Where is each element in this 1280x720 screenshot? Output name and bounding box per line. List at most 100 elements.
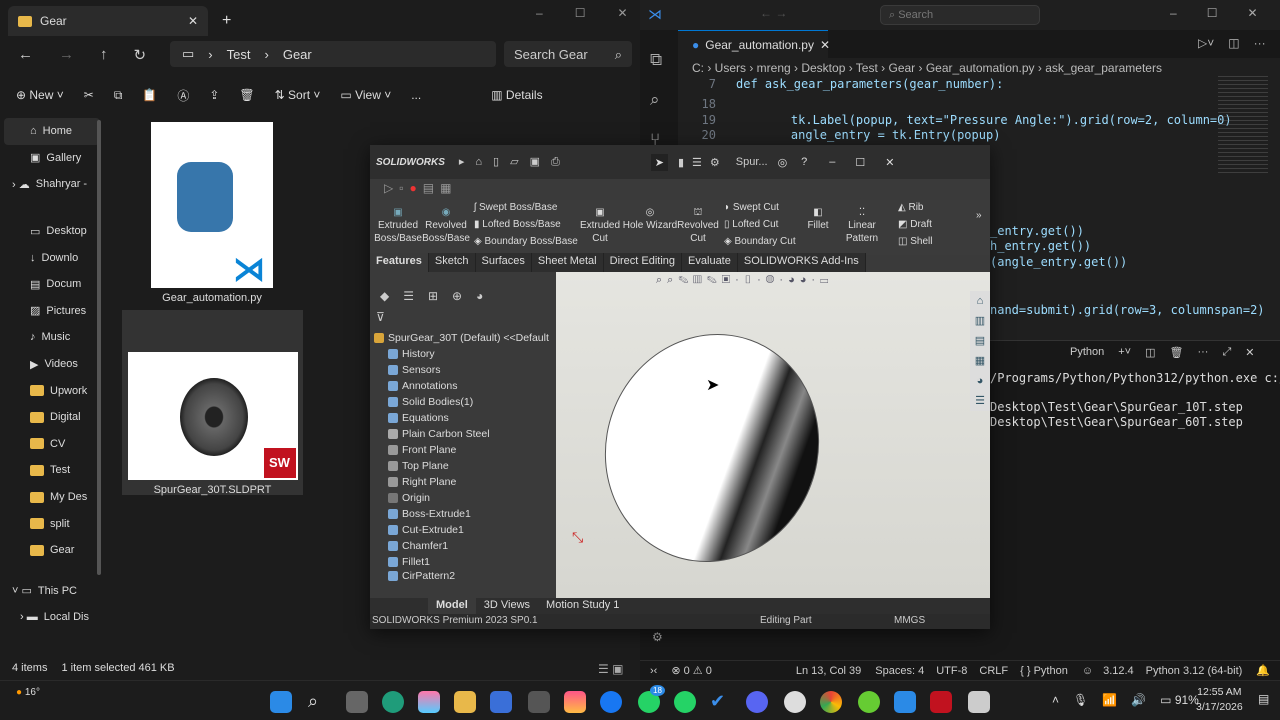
help-icon[interactable]: ? xyxy=(801,156,807,168)
sidebar-item-cv[interactable]: CV xyxy=(0,431,104,458)
file-spurgear-sldprt[interactable]: SW SpurGear_30T.SLDPRT xyxy=(122,310,303,496)
forward-button[interactable]: → xyxy=(59,46,74,64)
tree-item[interactable]: Plain Carbon Steel xyxy=(388,428,490,440)
file-explorer-taskbar-icon[interactable] xyxy=(454,691,476,713)
new-tab-button[interactable]: + xyxy=(222,12,231,30)
sidebar-item-local-disk[interactable]: › ▬ Local Dis xyxy=(0,604,104,631)
sidebar-item-desktop[interactable]: ▭ Desktop xyxy=(0,218,104,245)
chrome-icon[interactable] xyxy=(820,691,842,713)
tree-item[interactable]: Right Plane xyxy=(388,476,456,488)
details-button[interactable]: ▥ Details xyxy=(491,88,542,102)
units-selector[interactable]: MMGS xyxy=(894,615,925,626)
close-button[interactable]: ✕ xyxy=(1247,6,1257,20)
view-button[interactable]: ▭ View ˅ xyxy=(340,88,391,102)
task-view-icon[interactable] xyxy=(346,691,368,713)
sidebar-item-pictures[interactable]: ▨ Pictures xyxy=(0,298,104,325)
sidebar-item-music[interactable]: ♪ Music xyxy=(0,324,104,351)
whatsapp-business-icon[interactable]: 18 xyxy=(638,685,665,713)
run-button[interactable]: ▷˅ xyxy=(1198,36,1214,50)
more-actions-icon[interactable]: ··· xyxy=(1254,36,1266,50)
problems-indicator[interactable]: ⊗ 0 ⚠ 0 xyxy=(671,664,712,677)
lofted-cut-button[interactable]: ▯ Lofted Cut xyxy=(724,219,778,230)
macro-toolbar[interactable]: ▷▫●▤▦ xyxy=(384,181,457,195)
tree-item[interactable]: Annotations xyxy=(388,380,457,392)
tab-motion-study[interactable]: Motion Study 1 xyxy=(538,598,627,614)
tree-item[interactable]: Chamfer1 xyxy=(388,540,448,552)
sidebar-item-this-pc[interactable]: ˅ ▭ This PC xyxy=(0,578,104,605)
split-terminal-icon[interactable]: ◫ xyxy=(1145,346,1155,359)
heads-up-view-toolbar[interactable]: ⌕⌕✎▥✎▣·▯·◍·◕◕·▭ xyxy=(656,274,833,287)
up-button[interactable]: ↑ xyxy=(100,46,108,64)
view-toggle[interactable]: ☰ ▣ xyxy=(598,662,623,676)
tab-direct-editing[interactable]: Direct Editing xyxy=(603,253,683,272)
rib-button[interactable]: ◭ Rib xyxy=(898,202,923,213)
sidebar-item-gear[interactable]: Gear xyxy=(0,537,104,564)
boundary-boss-button[interactable]: ◈ Boundary Boss/Base xyxy=(474,236,578,247)
close-tab-icon[interactable]: ✕ xyxy=(188,14,198,28)
new-terminal-icon[interactable]: +˅ xyxy=(1118,346,1131,359)
tree-item[interactable]: Origin xyxy=(388,492,430,504)
tree-item[interactable]: Equations xyxy=(388,412,449,424)
search-taskbar-icon[interactable]: ⌕ xyxy=(308,691,330,713)
tab-gear-automation[interactable]: ● Gear_automation.py ✕ xyxy=(678,30,830,58)
sidebar-item-digital[interactable]: Digital xyxy=(0,404,104,431)
notification-bell-icon[interactable]: 🔔 xyxy=(1256,664,1270,677)
swept-cut-button[interactable]: ◗ Swept Cut xyxy=(724,202,779,213)
clock[interactable]: 12:55 AM 3/17/2026 xyxy=(1196,685,1243,715)
tab-sheet-metal[interactable]: Sheet Metal xyxy=(531,253,604,272)
tab-model[interactable]: Model xyxy=(428,598,476,614)
tree-item[interactable]: Front Plane xyxy=(388,444,456,456)
minimize-button[interactable]: – xyxy=(1170,6,1177,20)
sidebar-item-my-designs[interactable]: My Des xyxy=(0,484,104,511)
copy-icon[interactable]: ⧉ xyxy=(114,88,123,103)
window-controls[interactable]: – ☐ ✕ xyxy=(536,6,628,20)
tree-item[interactable]: Boss-Extrude1 xyxy=(388,508,471,520)
explorer-icon[interactable]: ⧉ xyxy=(650,40,668,80)
graphics-area[interactable]: ⌕⌕✎▥✎▣·▯·◍·◕◕·▭ ➤ ⤡ ⌂ ▥ ▤ ▦ ◕ ☰ xyxy=(556,272,990,598)
select-tool[interactable]: ➤ xyxy=(650,153,668,171)
ribbon-expand-icon[interactable]: » xyxy=(976,210,982,221)
search-icon[interactable]: ⌕ xyxy=(650,80,668,120)
terminal-shell-label[interactable]: Python xyxy=(1070,346,1104,359)
back-button[interactable]: ← xyxy=(18,46,33,64)
breadcrumb[interactable]: C: › Users › mreng › Desktop › Test › Ge… xyxy=(692,61,1162,75)
sidebar-item-test[interactable]: Test xyxy=(0,457,104,484)
calculator-icon[interactable] xyxy=(528,691,550,713)
fillet-button[interactable]: ◧ Fillet xyxy=(804,206,832,232)
rename-icon[interactable]: Ⓐ xyxy=(177,87,189,104)
lofted-boss-button[interactable]: ▮ Lofted Boss/Base xyxy=(474,219,561,230)
tab-evaluate[interactable]: Evaluate xyxy=(682,253,738,272)
tree-item[interactable]: CirPattern2 xyxy=(388,570,455,582)
revolved-boss-button[interactable]: ◉ Revolved Boss/Base xyxy=(422,206,470,245)
manager-tabs[interactable]: ◆☰⊞⊕◕ xyxy=(380,289,497,303)
address-bar[interactable]: ▭ › Test › Gear xyxy=(170,41,496,67)
maximize-panel-icon[interactable]: ⤢ xyxy=(1222,346,1231,359)
sort-button[interactable]: ⇅ Sort ˅ xyxy=(275,88,321,102)
command-search[interactable]: ⌕ Search xyxy=(880,5,1040,25)
sidebar-item-documents[interactable]: ▤ Docum xyxy=(0,271,104,298)
share-icon[interactable]: ⇪ xyxy=(209,88,219,102)
tree-root[interactable]: SpurGear_30T (Default) <<Default xyxy=(374,332,549,344)
refresh-button[interactable]: ↻ xyxy=(134,46,147,64)
minimap[interactable] xyxy=(1218,76,1268,176)
new-button[interactable]: ⊕ New ˅ xyxy=(16,88,64,102)
maximize-button[interactable]: ☐ xyxy=(1207,6,1218,20)
tree-item[interactable]: History xyxy=(388,348,435,360)
user-icon[interactable]: ◎ xyxy=(778,156,788,169)
paste-icon[interactable]: 📋 xyxy=(142,88,157,102)
kill-terminal-icon[interactable]: 🗑 xyxy=(1170,346,1184,359)
minimize-button[interactable]: – xyxy=(829,156,835,168)
tab-surfaces[interactable]: Surfaces xyxy=(475,253,532,272)
file-gear-automation-py[interactable]: ⋊ Gear_automation.py xyxy=(122,122,302,304)
extruded-cut-button[interactable]: ▣ Extruded Cut xyxy=(578,206,622,245)
tab-features[interactable]: Features xyxy=(370,253,429,272)
sidebar-item-onedrive[interactable]: › ☁ Shahryar - xyxy=(0,171,104,198)
discord-icon[interactable] xyxy=(746,691,768,713)
todo-icon[interactable]: ✔ xyxy=(710,691,732,713)
sidebar-item-gallery[interactable]: ▣ Gallery xyxy=(0,145,104,172)
maximize-button[interactable]: ☐ xyxy=(855,156,865,169)
store-icon[interactable] xyxy=(490,691,512,713)
task-pane-tabs[interactable]: ⌂ ▥ ▤ ▦ ◕ ☰ xyxy=(970,291,990,411)
edge-icon[interactable] xyxy=(382,691,404,713)
snipping-tool-icon[interactable] xyxy=(968,691,990,713)
